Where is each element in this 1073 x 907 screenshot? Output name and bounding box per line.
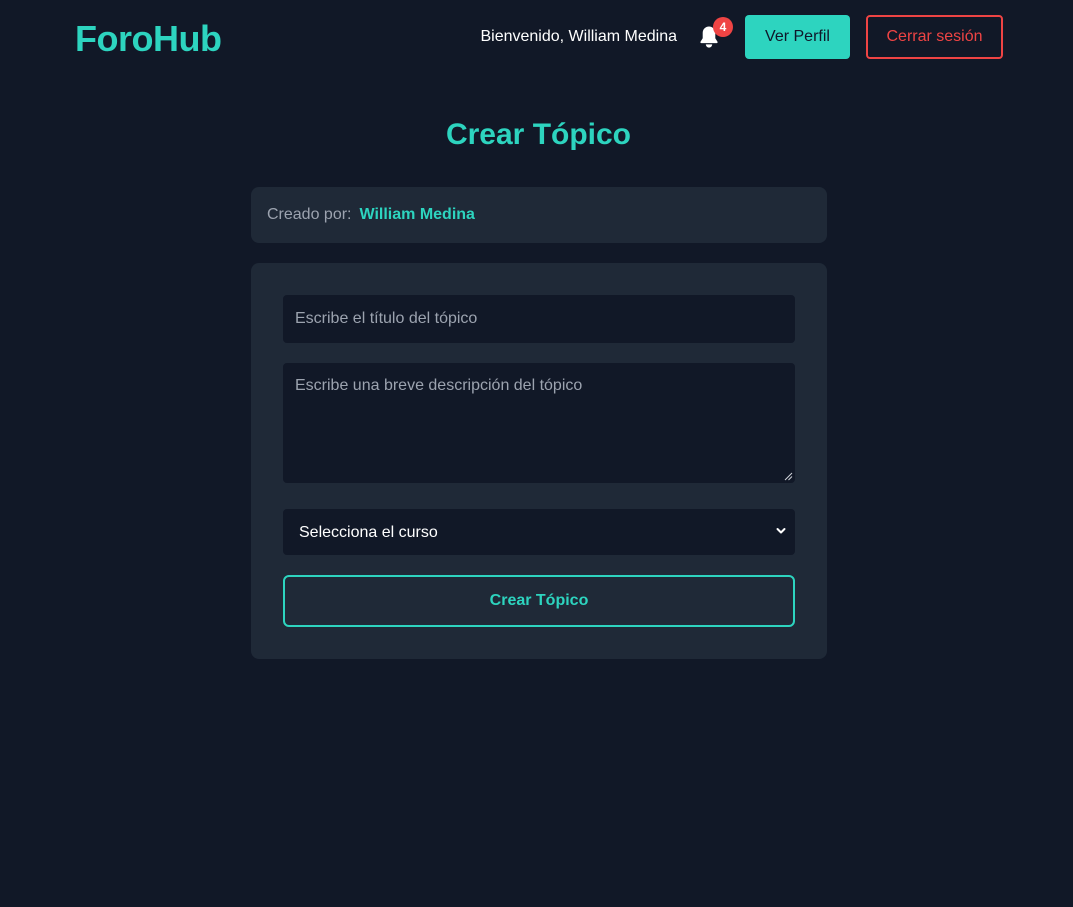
create-topic-form: Selecciona el curso Crear Tópico xyxy=(251,263,827,659)
topic-title-input[interactable] xyxy=(283,295,795,343)
welcome-text: Bienvenido, William Medina xyxy=(480,28,677,45)
navbar: ForoHub Bienvenido, William Medina 4 Ver… xyxy=(0,0,1073,76)
page: ForoHub Bienvenido, William Medina 4 Ver… xyxy=(0,0,1073,907)
chevron-down-icon xyxy=(776,528,786,534)
course-select-value: Selecciona el curso xyxy=(299,524,438,541)
logo[interactable]: ForoHub xyxy=(75,18,222,60)
notification-count-badge: 4 xyxy=(713,17,733,37)
resize-handle-icon[interactable] xyxy=(783,471,793,481)
logout-button[interactable]: Cerrar sesión xyxy=(866,15,1003,59)
notifications-button[interactable]: 4 xyxy=(697,17,733,52)
view-profile-button[interactable]: Ver Perfil xyxy=(745,15,850,59)
topic-description-textarea[interactable] xyxy=(283,363,795,483)
create-topic-button[interactable]: Crear Tópico xyxy=(283,575,795,627)
author-name: William Medina xyxy=(359,206,475,223)
course-select[interactable]: Selecciona el curso xyxy=(283,509,795,555)
author-card: Creado por: William Medina xyxy=(251,187,827,243)
page-title: Crear Tópico xyxy=(445,118,632,151)
author-label: Creado por: xyxy=(267,206,352,223)
